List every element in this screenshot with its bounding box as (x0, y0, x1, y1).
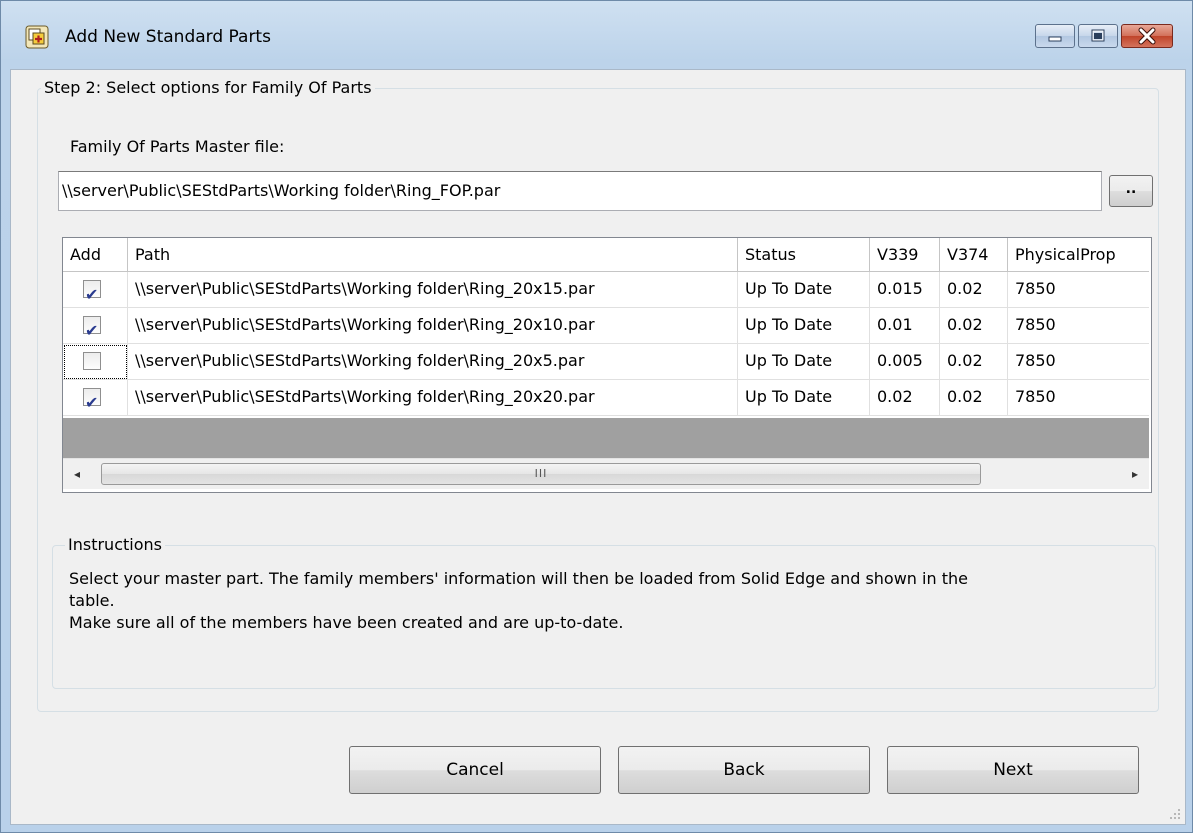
cancel-button[interactable]: Cancel (349, 746, 601, 794)
instructions-line-2: table. (69, 591, 115, 610)
minimize-icon (1048, 36, 1062, 42)
physicalprop-cell[interactable]: 7850 (1008, 308, 1149, 344)
path-cell[interactable]: \\server\Public\SEStdParts\Working folde… (128, 308, 738, 344)
col-header-path[interactable]: Path (128, 238, 738, 272)
check-icon: ✔ (85, 321, 99, 340)
table-body: Add Path Status V339 V374 PhysicalProp ✔… (63, 238, 1149, 418)
master-file-label: Family Of Parts Master file: (70, 137, 285, 156)
table-row[interactable]: \\server\Public\SEStdParts\Working folde… (63, 344, 1149, 380)
dialog-client-area: Step 2: Select options for Family Of Par… (10, 69, 1186, 825)
window-controls (1032, 24, 1173, 50)
maximize-button[interactable] (1078, 24, 1118, 48)
maximize-icon (1091, 29, 1105, 42)
col-header-status[interactable]: Status (738, 238, 870, 272)
status-cell[interactable]: Up To Date (738, 344, 870, 380)
add-cell[interactable]: ✔ (63, 272, 128, 308)
v339-cell[interactable]: 0.01 (870, 308, 940, 344)
add-checkbox[interactable]: ✔ (83, 280, 101, 304)
v339-cell[interactable]: 0.005 (870, 344, 940, 380)
add-cell[interactable]: ✔ (63, 380, 128, 416)
minimize-button[interactable] (1035, 24, 1075, 48)
horizontal-scrollbar[interactable]: ◂ III ▸ (63, 458, 1149, 489)
col-header-add[interactable]: Add (63, 238, 128, 272)
instructions-line-1: Select your master part. The family memb… (69, 569, 968, 588)
col-header-v374[interactable]: V374 (940, 238, 1008, 272)
status-cell[interactable]: Up To Date (738, 272, 870, 308)
path-cell[interactable]: \\server\Public\SEStdParts\Working folde… (128, 380, 738, 416)
add-cell[interactable]: ✔ (63, 308, 128, 344)
check-icon: ✔ (85, 393, 99, 412)
v339-cell[interactable]: 0.02 (870, 380, 940, 416)
status-cell[interactable]: Up To Date (738, 308, 870, 344)
app-icon (25, 25, 49, 49)
v374-cell[interactable]: 0.02 (940, 344, 1008, 380)
add-checkbox[interactable] (83, 352, 101, 370)
instructions-legend: Instructions (65, 535, 165, 555)
instructions-line-3: Make sure all of the members have been c… (69, 613, 624, 632)
v374-cell[interactable]: 0.02 (940, 308, 1008, 344)
close-button[interactable] (1121, 24, 1173, 48)
path-cell[interactable]: \\server\Public\SEStdParts\Working folde… (128, 272, 738, 308)
col-header-physicalprop[interactable]: PhysicalProp (1008, 238, 1149, 272)
close-icon (1138, 27, 1156, 45)
physicalprop-cell[interactable]: 7850 (1008, 380, 1149, 416)
back-button[interactable]: Back (618, 746, 870, 794)
add-cell[interactable] (63, 344, 128, 380)
check-icon: ✔ (85, 285, 99, 304)
v374-cell[interactable]: 0.02 (940, 272, 1008, 308)
members-table[interactable]: Add Path Status V339 V374 PhysicalProp ✔… (62, 237, 1152, 493)
table-header: Add Path Status V339 V374 PhysicalProp (63, 238, 1149, 272)
resize-grip-icon[interactable] (1167, 806, 1181, 820)
scroll-right-icon[interactable]: ▸ (1125, 462, 1145, 486)
table-empty-area (63, 418, 1149, 458)
scroll-thumb[interactable]: III (101, 463, 981, 485)
physicalprop-cell[interactable]: 7850 (1008, 272, 1149, 308)
scroll-left-icon[interactable]: ◂ (67, 462, 87, 486)
instructions-group: Instructions Select your master part. Th… (52, 535, 1156, 689)
add-checkbox[interactable]: ✔ (83, 316, 101, 340)
v374-cell[interactable]: 0.02 (940, 380, 1008, 416)
title-bar[interactable]: Add New Standard Parts (1, 1, 1192, 71)
physicalprop-cell[interactable]: 7850 (1008, 344, 1149, 380)
status-cell[interactable]: Up To Date (738, 380, 870, 416)
table-row[interactable]: ✔ \\server\Public\SEStdParts\Working fol… (63, 380, 1149, 416)
table-row[interactable]: ✔ \\server\Public\SEStdParts\Working fol… (63, 272, 1149, 308)
browse-button[interactable]: .. (1109, 175, 1153, 207)
window-title: Add New Standard Parts (65, 27, 271, 47)
table-row[interactable]: ✔ \\server\Public\SEStdParts\Working fol… (63, 308, 1149, 344)
v339-cell[interactable]: 0.015 (870, 272, 940, 308)
master-file-input[interactable]: \\server\Public\SEStdParts\Working folde… (58, 171, 1102, 211)
next-button[interactable]: Next (887, 746, 1139, 794)
col-header-v339[interactable]: V339 (870, 238, 940, 272)
step-group: Step 2: Select options for Family Of Par… (37, 78, 1159, 712)
add-checkbox[interactable]: ✔ (83, 388, 101, 412)
path-cell[interactable]: \\server\Public\SEStdParts\Working folde… (128, 344, 738, 380)
step-group-legend: Step 2: Select options for Family Of Par… (41, 78, 375, 98)
dialog-window: Add New Standard Parts Step 2: Select op… (0, 0, 1193, 833)
